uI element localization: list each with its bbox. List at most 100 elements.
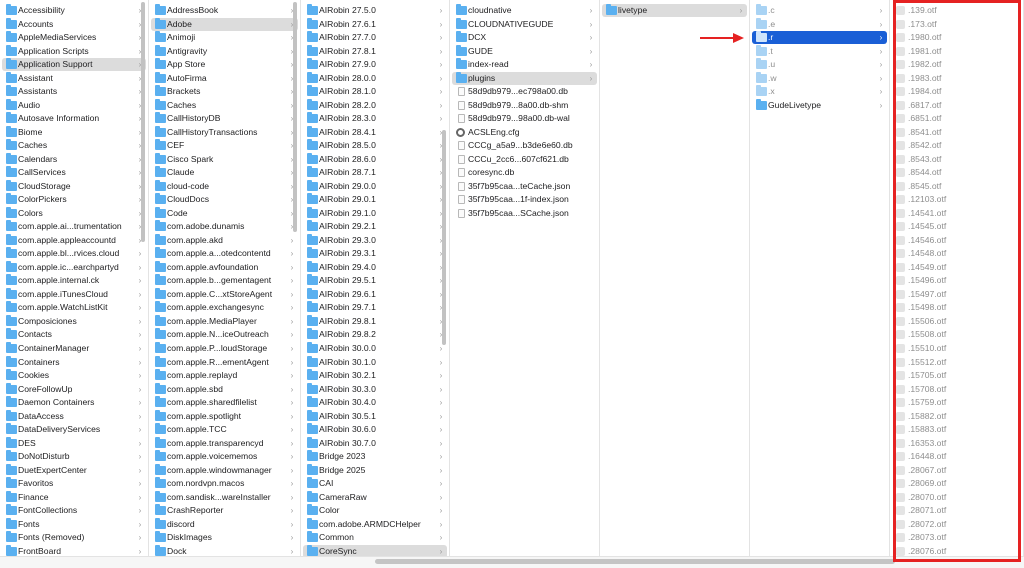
folder-row[interactable]: Assistants › [2, 85, 146, 98]
folder-row[interactable]: AIRobin 27.7.0 › [303, 31, 447, 44]
folder-row[interactable]: com.apple.transparencyd › [151, 436, 298, 450]
folder-row[interactable]: AIRobin 29.6.1 › [303, 287, 447, 301]
folder-row[interactable]: com.apple.C...xtStoreAgent › [151, 287, 298, 301]
folder-row[interactable]: Claude › [151, 166, 298, 179]
folder-row[interactable]: AIRobin 30.6.0 › [303, 423, 447, 436]
folder-row[interactable]: AIRobin 29.3.0 › [303, 233, 447, 247]
folder-row[interactable]: AIRobin 29.8.1 › [303, 314, 447, 328]
file-row[interactable]: 35f7b95caa...1f-index.json [452, 193, 597, 206]
folder-row[interactable]: cloudnative › [452, 4, 597, 17]
folder-row[interactable]: Cisco Spark › [151, 152, 298, 166]
folder-row[interactable]: CoreSync › [303, 544, 447, 556]
folder-row[interactable]: com.nordvpn.macos › [151, 477, 298, 490]
folder-row[interactable]: AIRobin 29.4.0 › [303, 260, 447, 274]
folder-row[interactable]: CoreFollowUp › [2, 382, 146, 396]
folder-row[interactable]: ColorPickers › [2, 193, 146, 206]
folder-row[interactable]: com.apple.bl...rvices.cloud › [2, 247, 146, 260]
folder-row[interactable]: Autosave Information › [2, 112, 146, 125]
horizontal-scrollbar-thumb[interactable] [375, 559, 895, 564]
folder-row[interactable]: discord › [151, 517, 298, 531]
folder-row[interactable]: Caches › [151, 98, 298, 112]
folder-row[interactable]: .w › [752, 71, 887, 85]
folder-row[interactable]: com.apple.replayd › [151, 369, 298, 382]
folder-row[interactable]: Colors › [2, 206, 146, 220]
file-row[interactable]: 58d9db979...8a00.db-shm [452, 99, 597, 112]
folder-row[interactable]: com.apple.voicememos › [151, 450, 298, 463]
folder-row[interactable]: Audio › [2, 98, 146, 112]
folder-row[interactable]: AIRobin 30.3.0 › [303, 382, 447, 396]
folder-row[interactable]: .t › [752, 44, 887, 58]
folder-row[interactable]: Common › [303, 531, 447, 544]
folder-row[interactable]: Bridge 2023 › [303, 450, 447, 463]
folder-row[interactable]: Adobe › [151, 17, 298, 31]
folder-row[interactable]: com.apple.exchangesync › [151, 301, 298, 314]
folder-row[interactable]: com.apple.ai...trumentation › [2, 220, 146, 233]
folder-row[interactable]: com.apple.a...otedcontentd › [151, 247, 298, 260]
folder-row[interactable]: Antigravity › [151, 44, 298, 58]
folder-row[interactable]: FrontBoard › [2, 544, 146, 556]
folder-row[interactable]: AIRobin 28.0.0 › [303, 71, 447, 85]
folder-row[interactable]: com.adobe.dunamis › [151, 220, 298, 233]
folder-row[interactable]: Composiciones › [2, 314, 146, 328]
folder-row[interactable]: AIRobin 28.2.0 › [303, 98, 447, 112]
folder-row[interactable]: DuetExpertCenter › [2, 463, 146, 477]
folder-row[interactable]: Application Scripts › [2, 44, 146, 58]
folder-row[interactable]: AIRobin 27.5.0 › [303, 4, 447, 17]
file-row[interactable]: 35f7b95caa...SCache.json [452, 207, 597, 220]
folder-row[interactable]: DCX › [452, 31, 597, 44]
file-row[interactable]: 35f7b95caa...teCache.json [452, 180, 597, 193]
folder-row[interactable]: com.apple.spotlight › [151, 409, 298, 423]
folder-row[interactable]: DiskImages › [151, 531, 298, 544]
folder-row[interactable]: Finance › [2, 490, 146, 504]
folder-row[interactable]: AIRobin 30.2.1 › [303, 369, 447, 382]
folder-row[interactable]: AIRobin 28.3.0 › [303, 112, 447, 125]
folder-row[interactable]: DataAccess › [2, 409, 146, 423]
folder-row[interactable]: Contacts › [2, 328, 146, 341]
folder-row[interactable]: AIRobin 27.6.1 › [303, 17, 447, 31]
folder-row[interactable]: index-read › [452, 58, 597, 71]
file-row[interactable]: 58d9db979...ec798a00.db [452, 85, 597, 98]
folder-row[interactable]: AIRobin 28.6.0 › [303, 152, 447, 166]
folder-row[interactable]: com.adobe.ARMDCHelper › [303, 517, 447, 531]
folder-row[interactable]: com.apple.iTunesCloud › [2, 287, 146, 301]
folder-row[interactable]: .c › [752, 4, 887, 17]
folder-row[interactable]: CameraRaw › [303, 490, 447, 504]
folder-row[interactable]: com.apple.windowmanager › [151, 463, 298, 477]
folder-row[interactable]: GudeLivetype › [752, 98, 887, 112]
file-row[interactable]: coresync.db [452, 166, 597, 179]
folder-row[interactable]: CloudDocs › [151, 193, 298, 206]
folder-row[interactable]: .e › [752, 17, 887, 31]
folder-row[interactable]: com.apple.TCC › [151, 423, 298, 436]
folder-row[interactable]: AIRobin 28.1.0 › [303, 85, 447, 98]
folder-row[interactable]: com.apple.akd › [151, 233, 298, 247]
folder-row[interactable]: Favoritos › [2, 477, 146, 490]
folder-row[interactable]: AIRobin 30.1.0 › [303, 355, 447, 369]
folder-row[interactable]: CallHistoryTransactions › [151, 125, 298, 139]
folder-row[interactable]: Accessibility › [2, 4, 146, 17]
folder-row[interactable]: Assistant › [2, 71, 146, 85]
file-row[interactable]: CCCu_2cc6...607cf621.db [452, 153, 597, 166]
folder-row[interactable]: Code › [151, 206, 298, 220]
folder-row[interactable]: AIRobin 29.0.0 › [303, 179, 447, 193]
folder-row[interactable]: com.apple.WatchListKit › [2, 301, 146, 314]
folder-row[interactable]: com.apple.sharedfilelist › [151, 396, 298, 409]
folder-row[interactable]: AIRobin 28.7.1 › [303, 166, 447, 179]
folder-row[interactable]: cloud-code › [151, 179, 298, 193]
folder-row[interactable]: AddressBook › [151, 4, 298, 17]
folder-row[interactable]: .u › [752, 58, 887, 71]
folder-row[interactable]: com.sandisk...wareInstaller › [151, 490, 298, 504]
folder-row[interactable]: Biome › [2, 125, 146, 139]
file-row[interactable]: CCCg_a5a9...b3de6e60.db [452, 139, 597, 152]
folder-row[interactable]: DoNotDisturb › [2, 450, 146, 463]
folder-row[interactable]: Application Support › [2, 58, 146, 72]
folder-row[interactable]: .x › [752, 85, 887, 98]
folder-row[interactable]: Daemon Containers › [2, 396, 146, 409]
folder-row[interactable]: CallServices › [2, 166, 146, 179]
folder-row[interactable]: Cookies › [2, 369, 146, 382]
folder-row[interactable]: .r › [752, 31, 887, 45]
vertical-scrollbar-thumb[interactable] [442, 130, 446, 345]
folder-row[interactable]: FontCollections › [2, 504, 146, 517]
folder-row[interactable]: Containers › [2, 355, 146, 369]
folder-row[interactable]: com.apple.P...loudStorage › [151, 342, 298, 355]
folder-row[interactable]: Accounts › [2, 17, 146, 31]
